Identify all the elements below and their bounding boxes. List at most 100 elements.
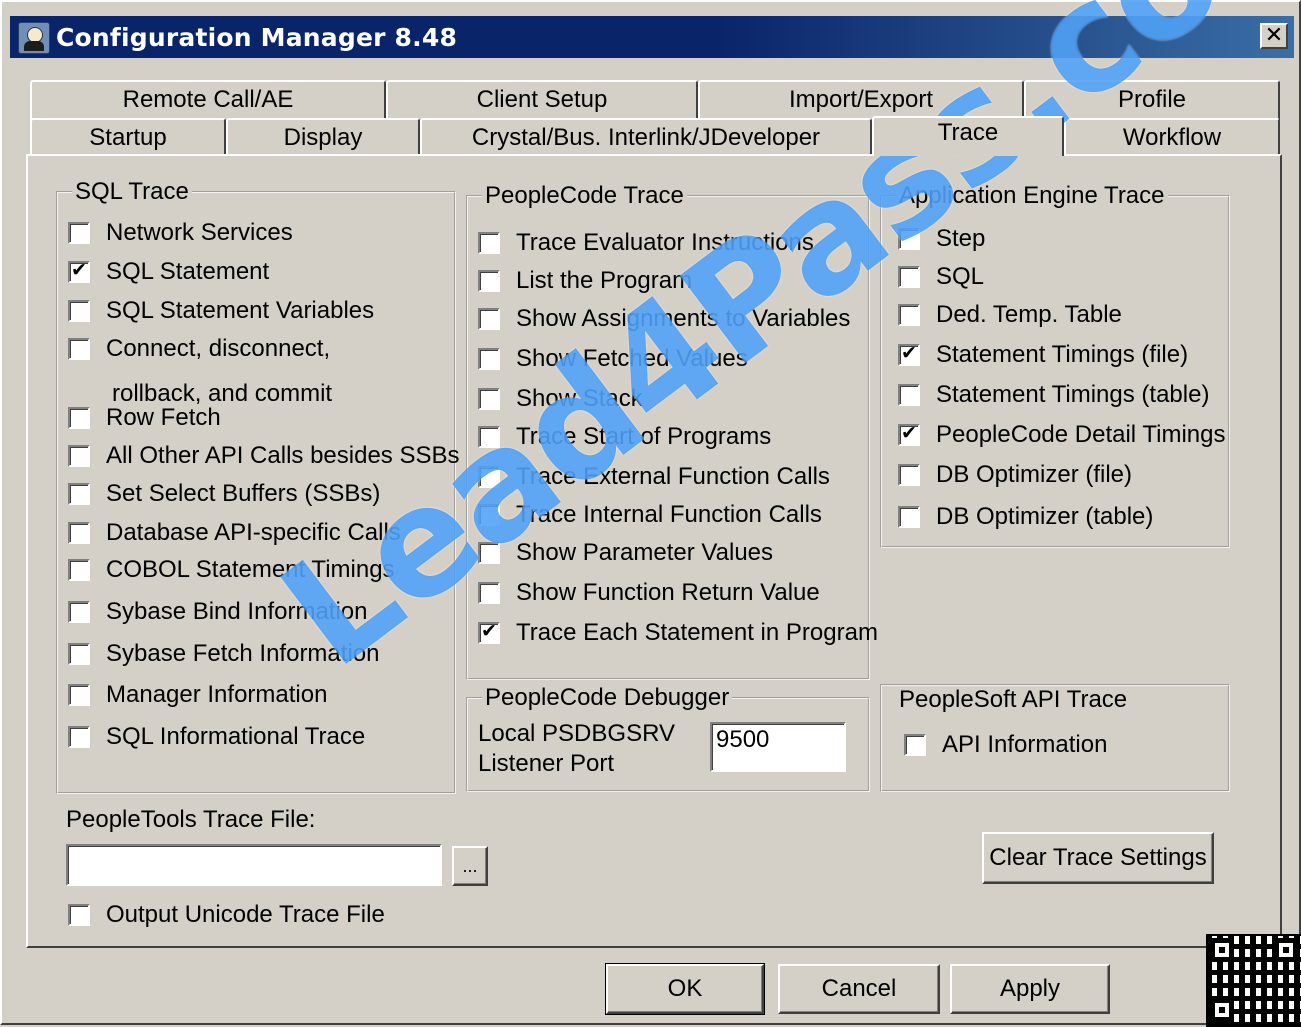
tab-workflow[interactable]: Workflow <box>1064 118 1280 158</box>
checkbox-unchecked-icon[interactable] <box>68 445 90 467</box>
checkbox-unchecked-icon[interactable] <box>68 643 90 665</box>
peoplecode-trace-trace-start-of-programs-checkbox[interactable]: Trace Start of Programs <box>478 420 771 454</box>
sql-trace-database-api-specific-calls-checkbox[interactable]: Database API-specific Calls <box>68 516 401 550</box>
browse-trace-file-button[interactable]: ... <box>452 846 488 886</box>
trace-file-label: PeopleTools Trace File: <box>66 806 316 833</box>
checkbox-unchecked-icon[interactable] <box>478 504 500 526</box>
checkbox-unchecked-icon[interactable] <box>478 542 500 564</box>
checkbox-unchecked-icon[interactable] <box>904 734 926 756</box>
checkbox-label: Statement Timings (file) <box>936 341 1189 368</box>
peoplecode-trace-trace-internal-function-calls-checkbox[interactable]: Trace Internal Function Calls <box>478 498 822 532</box>
checkbox-checked-icon[interactable] <box>898 422 920 446</box>
checkbox-unchecked-icon[interactable] <box>898 266 920 288</box>
checkbox-unchecked-icon[interactable] <box>68 559 90 581</box>
tab-display[interactable]: Display <box>226 118 420 158</box>
checkbox-unchecked-icon[interactable] <box>478 348 500 370</box>
checkbox-unchecked-icon[interactable] <box>68 222 90 244</box>
sql-trace-set-select-buffers-ssbs-checkbox[interactable]: Set Select Buffers (SSBs) <box>68 477 380 511</box>
ae-trace-step-checkbox[interactable]: Step <box>898 222 985 256</box>
api-trace-api-information-checkbox[interactable]: API Information <box>904 728 1107 762</box>
checkbox-unchecked-icon[interactable] <box>68 522 90 544</box>
sql-trace-sybase-bind-information-checkbox[interactable]: Sybase Bind Information <box>68 595 367 629</box>
sql-trace-sql-statement-checkbox[interactable]: SQL Statement <box>68 255 269 289</box>
checkbox-label: Trace Evaluator Instructions <box>516 229 814 256</box>
ae-trace-ded-temp-table-checkbox[interactable]: Ded. Temp. Table <box>898 298 1122 332</box>
ae-trace-sql-checkbox[interactable]: SQL <box>898 260 984 294</box>
tab-profile[interactable]: Profile <box>1024 80 1280 120</box>
checkbox-unchecked-icon[interactable] <box>68 338 90 360</box>
tab-remote-call-ae[interactable]: Remote Call/AE <box>30 80 386 120</box>
checkbox-unchecked-icon[interactable] <box>898 464 920 486</box>
checkbox-unchecked-icon[interactable] <box>478 270 500 292</box>
checkbox-unchecked-icon[interactable] <box>68 407 90 429</box>
peoplecode-trace-list-the-program-checkbox[interactable]: List the Program <box>478 264 692 298</box>
close-button[interactable]: ✕ <box>1260 23 1288 49</box>
ae-trace-db-optimizer-file-checkbox[interactable]: DB Optimizer (file) <box>898 458 1132 492</box>
ae-trace-statement-timings-table-checkbox[interactable]: Statement Timings (table) <box>898 378 1209 412</box>
checkbox-checked-icon[interactable] <box>898 342 920 366</box>
checkbox-checked-icon[interactable] <box>478 620 500 644</box>
tab-startup[interactable]: Startup <box>30 118 226 158</box>
checkbox-unchecked-icon[interactable] <box>478 426 500 448</box>
checkbox-label: DB Optimizer (table) <box>936 503 1154 530</box>
sql-trace-manager-information-checkbox[interactable]: Manager Information <box>68 678 327 712</box>
peoplecode-trace-show-fetched-values-checkbox[interactable]: Show Fetched Values <box>478 342 748 376</box>
checkbox-checked-icon[interactable] <box>68 259 90 283</box>
peoplecode-trace-trace-each-statement-in-program-checkbox[interactable]: Trace Each Statement in Program <box>478 616 878 650</box>
ae-trace-statement-timings-file-checkbox[interactable]: Statement Timings (file) <box>898 338 1188 372</box>
checkbox-label: DB Optimizer (file) <box>936 461 1133 488</box>
api-trace-legend: PeopleSoft API Trace <box>896 686 1131 714</box>
checkbox-label: Database API-specific Calls <box>106 519 401 546</box>
peoplecode-trace-trace-external-function-calls-checkbox[interactable]: Trace External Function Calls <box>478 460 830 494</box>
checkbox-unchecked-icon[interactable] <box>478 232 500 254</box>
sql-trace-sybase-fetch-information-checkbox[interactable]: Sybase Fetch Information <box>68 637 379 671</box>
peoplecode-trace-show-stack-checkbox[interactable]: Show Stack <box>478 382 643 416</box>
checkbox-unchecked-icon[interactable] <box>68 904 90 926</box>
ae-trace-db-optimizer-table-checkbox[interactable]: DB Optimizer (table) <box>898 500 1153 534</box>
sql-trace-connect-disconnect-checkbox[interactable]: Connect, disconnect, <box>68 332 330 366</box>
checkbox-unchecked-icon[interactable] <box>478 466 500 488</box>
sql-trace-sql-statement-variables-checkbox[interactable]: SQL Statement Variables <box>68 294 374 328</box>
checkbox-unchecked-icon[interactable] <box>898 384 920 406</box>
config-manager-window: Configuration Manager 8.48 ✕ Remote Call… <box>0 0 1301 1027</box>
cancel-button[interactable]: Cancel <box>778 964 940 1014</box>
checkbox-unchecked-icon[interactable] <box>478 388 500 410</box>
checkbox-label: Show Fetched Values <box>516 345 748 372</box>
checkbox-label: Trace External Function Calls <box>516 463 830 490</box>
checkbox-label: Sybase Fetch Information <box>106 640 380 667</box>
tab-crystal-bus-interlink-jdeveloper[interactable]: Crystal/Bus. Interlink/JDeveloper <box>420 118 872 158</box>
title-bar[interactable]: Configuration Manager 8.48 ✕ <box>10 16 1294 58</box>
ok-button[interactable]: OK <box>605 963 765 1015</box>
peoplecode-trace-trace-evaluator-instructions-checkbox[interactable]: Trace Evaluator Instructions <box>478 226 814 260</box>
checkbox-label: Sybase Bind Information <box>106 598 368 625</box>
checkbox-unchecked-icon[interactable] <box>68 300 90 322</box>
tab-client-setup[interactable]: Client Setup <box>386 80 698 120</box>
clear-trace-settings-button[interactable]: Clear Trace Settings <box>982 832 1214 884</box>
checkbox-label: Row Fetch <box>106 404 221 431</box>
trace-file-output-unicode-trace-file-checkbox[interactable]: Output Unicode Trace File <box>68 898 385 932</box>
trace-tab-panel: SQL Trace PeopleCode Trace Application E… <box>26 154 1282 948</box>
ae-trace-peoplecode-detail-timings-checkbox[interactable]: PeopleCode Detail Timings <box>898 418 1226 452</box>
checkbox-unchecked-icon[interactable] <box>898 304 920 326</box>
tab-trace[interactable]: Trace <box>872 116 1064 156</box>
checkbox-unchecked-icon[interactable] <box>68 726 90 748</box>
checkbox-unchecked-icon[interactable] <box>478 308 500 330</box>
checkbox-unchecked-icon[interactable] <box>478 582 500 604</box>
checkbox-unchecked-icon[interactable] <box>68 684 90 706</box>
peoplecode-trace-show-function-return-value-checkbox[interactable]: Show Function Return Value <box>478 576 820 610</box>
debugger-port-input[interactable]: 9500 <box>710 722 846 772</box>
peoplecode-trace-show-assignments-to-variables-checkbox[interactable]: Show Assignments to Variables <box>478 302 850 336</box>
tab-import-export[interactable]: Import/Export <box>698 80 1024 120</box>
sql-trace-cobol-statement-timings-checkbox[interactable]: COBOL Statement Timings <box>68 553 395 587</box>
trace-file-input[interactable] <box>66 844 442 886</box>
sql-trace-network-services-checkbox[interactable]: Network Services <box>68 216 293 250</box>
checkbox-unchecked-icon[interactable] <box>68 601 90 623</box>
checkbox-unchecked-icon[interactable] <box>898 228 920 250</box>
sql-trace-sql-informational-trace-checkbox[interactable]: SQL Informational Trace <box>68 720 365 754</box>
sql-trace-all-other-api-calls-besides-ssbs-checkbox[interactable]: All Other API Calls besides SSBs <box>68 439 459 473</box>
checkbox-label: SQL <box>936 263 985 290</box>
peoplecode-trace-show-parameter-values-checkbox[interactable]: Show Parameter Values <box>478 536 773 570</box>
checkbox-unchecked-icon[interactable] <box>68 483 90 505</box>
apply-button[interactable]: Apply <box>950 964 1110 1014</box>
checkbox-unchecked-icon[interactable] <box>898 506 920 528</box>
